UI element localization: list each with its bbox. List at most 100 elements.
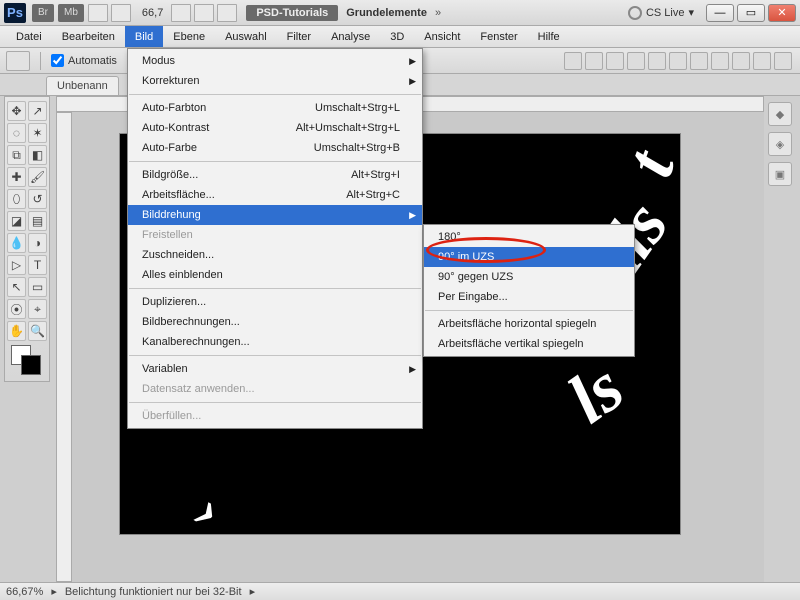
menu-item[interactable]: 90° im UZS xyxy=(424,247,634,267)
menu-item[interactable]: Duplizieren... xyxy=(128,292,422,312)
eraser-tool[interactable]: ◪ xyxy=(7,211,26,231)
crop-tool[interactable]: ⧉ xyxy=(7,145,26,165)
panel-dock: ◆ ◈ ▣ xyxy=(768,96,796,186)
maximize-button[interactable]: ▭ xyxy=(737,4,765,22)
wand-tool[interactable]: ✶ xyxy=(28,123,47,143)
heal-tool[interactable]: ✚ xyxy=(7,167,26,187)
zoom-tool[interactable]: 🔍 xyxy=(28,321,47,341)
3d-tool[interactable]: ⦿ xyxy=(7,299,26,319)
menu-item[interactable]: Korrekturen▶ xyxy=(128,71,422,91)
align-button[interactable] xyxy=(690,52,708,70)
menu-analyse[interactable]: Analyse xyxy=(321,26,380,47)
menu-item[interactable]: Modus▶ xyxy=(128,51,422,71)
gradient-tool[interactable]: ▤ xyxy=(28,211,47,231)
align-button[interactable] xyxy=(585,52,603,70)
align-button[interactable] xyxy=(774,52,792,70)
dodge-tool[interactable]: ◑ xyxy=(28,233,47,253)
tool-preset-button[interactable] xyxy=(6,51,30,71)
menu-item[interactable]: Auto-FarbeUmschalt+Strg+B xyxy=(128,138,422,158)
doc-badge: PSD-Tutorials xyxy=(246,5,338,21)
status-zoom[interactable]: 66,67% xyxy=(6,586,43,598)
menu-fenster[interactable]: Fenster xyxy=(470,26,527,47)
shape-tool[interactable]: ▭ xyxy=(28,277,47,297)
menu-ebene[interactable]: Ebene xyxy=(163,26,215,47)
close-button[interactable]: ✕ xyxy=(768,4,796,22)
blur-tool[interactable]: 💧 xyxy=(7,233,26,253)
cslive-label: CS Live xyxy=(646,7,685,19)
zoom-readout[interactable]: 66,7 xyxy=(142,7,163,19)
menu-filter[interactable]: Filter xyxy=(277,26,321,47)
menu-item: Überfüllen... xyxy=(128,406,422,426)
minibridge-chip[interactable]: Mb xyxy=(58,4,84,22)
menu-item[interactable]: Arbeitsfläche vertikal spiegeln xyxy=(424,334,634,354)
screen-mode-button[interactable] xyxy=(88,4,108,22)
menu-item[interactable]: Zuschneiden... xyxy=(128,245,422,265)
menu-item[interactable]: Auto-FarbtonUmschalt+Strg+L xyxy=(128,98,422,118)
toolbox: ✥↗ ◌✶ ⧉◧ ✚🖌 ⬯↺ ◪▤ 💧◑ ▷T ↖▭ ⦿⌖ ✋🔍 xyxy=(4,96,50,382)
cslive-button[interactable]: CS Live▾ xyxy=(628,6,694,20)
align-button[interactable] xyxy=(669,52,687,70)
arrange-button[interactable] xyxy=(111,4,131,22)
menu-item[interactable]: 180° xyxy=(424,227,634,247)
rotate-view-button[interactable] xyxy=(217,4,237,22)
lasso-tool[interactable]: ◌ xyxy=(7,123,26,143)
menu-item: Freistellen xyxy=(128,225,422,245)
move-tool-alt[interactable]: ↗ xyxy=(28,101,47,121)
menu-hilfe[interactable]: Hilfe xyxy=(528,26,570,47)
menu-item[interactable]: Arbeitsfläche horizontal spiegeln xyxy=(424,314,634,334)
menu-bild: Modus▶Korrekturen▶ Auto-FarbtonUmschalt+S… xyxy=(127,48,423,429)
layers-panel-icon[interactable]: ◆ xyxy=(768,102,792,126)
menu-item[interactable]: Bilddrehung▶ xyxy=(128,205,422,225)
auto-checkbox-label: Automatis xyxy=(68,55,117,67)
align-button[interactable] xyxy=(648,52,666,70)
type-tool[interactable]: T xyxy=(28,255,47,275)
menu-bild[interactable]: Bild xyxy=(125,26,163,47)
move-tool[interactable]: ✥ xyxy=(7,101,26,121)
paths-panel-icon[interactable]: ▣ xyxy=(768,162,792,186)
chevrons-icon[interactable]: » xyxy=(435,7,441,19)
menu-item[interactable]: Bildberechnungen... xyxy=(128,312,422,332)
history-brush-tool[interactable]: ↺ xyxy=(28,189,47,209)
hand-tool[interactable]: ✋ xyxy=(7,321,26,341)
channels-panel-icon[interactable]: ◈ xyxy=(768,132,792,156)
align-button[interactable] xyxy=(627,52,645,70)
menu-item[interactable]: Alles einblenden xyxy=(128,265,422,285)
path-tool[interactable]: ↖ xyxy=(7,277,26,297)
menu-item[interactable]: 90° gegen UZS xyxy=(424,267,634,287)
brush-tool[interactable]: 🖌 xyxy=(28,167,47,187)
title-bar: Ps Br Mb 66,7 PSD-Tutorials Grundelement… xyxy=(0,0,800,26)
align-button[interactable] xyxy=(732,52,750,70)
status-message: Belichtung funktioniert nur bei 32-Bit xyxy=(65,586,242,598)
align-button[interactable] xyxy=(564,52,582,70)
hand-button[interactable] xyxy=(171,4,191,22)
document-tab[interactable]: Unbenann xyxy=(46,76,119,95)
align-button[interactable] xyxy=(711,52,729,70)
minimize-button[interactable]: — xyxy=(706,4,734,22)
menu-ansicht[interactable]: Ansicht xyxy=(414,26,470,47)
align-button[interactable] xyxy=(606,52,624,70)
menu-item[interactable]: Bildgröße...Alt+Strg+I xyxy=(128,165,422,185)
submenu-bilddrehung: 180°90° im UZS90° gegen UZSPer Eingabe..… xyxy=(423,224,635,357)
menu-bearbeiten[interactable]: Bearbeiten xyxy=(52,26,125,47)
menu-3d[interactable]: 3D xyxy=(380,26,414,47)
bridge-chip[interactable]: Br xyxy=(32,4,54,22)
menu-item: Datensatz anwenden... xyxy=(128,379,422,399)
pen-tool[interactable]: ▷ xyxy=(7,255,26,275)
menu-item[interactable]: Variablen▶ xyxy=(128,359,422,379)
3d-cam-tool[interactable]: ⌖ xyxy=(28,299,47,319)
align-button[interactable] xyxy=(753,52,771,70)
color-swatches[interactable] xyxy=(7,343,47,377)
eyedropper-tool[interactable]: ◧ xyxy=(28,145,47,165)
zoom-button[interactable] xyxy=(194,4,214,22)
status-bar: 66,67% ▸ Belichtung funktioniert nur bei… xyxy=(0,582,800,600)
doc-name: Grundelemente xyxy=(346,7,427,19)
menu-item[interactable]: Per Eingabe... xyxy=(424,287,634,307)
menu-item[interactable]: Arbeitsfläche...Alt+Strg+C xyxy=(128,185,422,205)
stamp-tool[interactable]: ⬯ xyxy=(7,189,26,209)
ruler-vertical xyxy=(56,112,72,582)
menu-item[interactable]: Kanalberechnungen... xyxy=(128,332,422,352)
menu-item[interactable]: Auto-KontrastAlt+Umschalt+Strg+L xyxy=(128,118,422,138)
auto-checkbox[interactable]: Automatis xyxy=(51,54,117,67)
menu-auswahl[interactable]: Auswahl xyxy=(215,26,277,47)
menu-datei[interactable]: Datei xyxy=(6,26,52,47)
